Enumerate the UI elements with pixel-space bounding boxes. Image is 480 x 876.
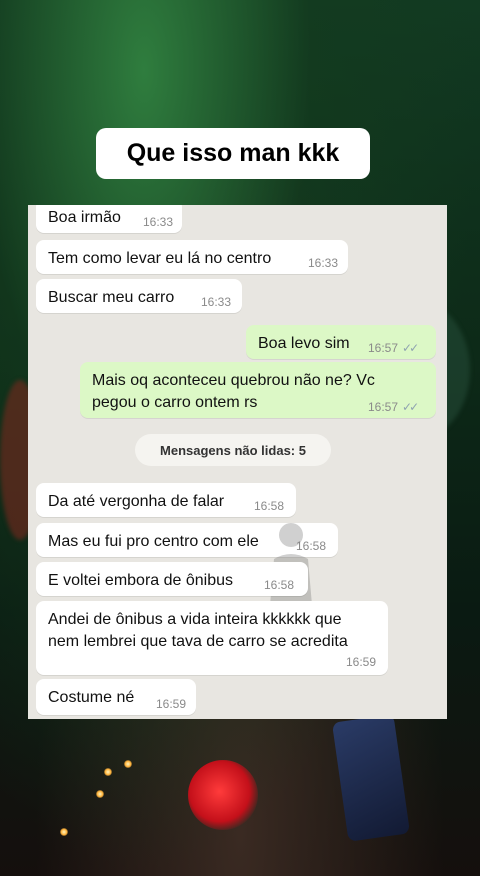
message-incoming[interactable]: Boa irmão 16:33 [36, 205, 182, 233]
message-text: Boa irmão [48, 209, 121, 226]
message-time-value: 16:57 [368, 341, 399, 355]
message-text: Buscar meu carro [48, 289, 175, 306]
candle-light [96, 790, 104, 798]
candle-light [60, 828, 68, 836]
message-text: Boa levo sim [258, 335, 350, 352]
rose-image [188, 760, 258, 830]
message-time: 16:59 [156, 697, 187, 711]
message-text: E voltei embora de ônibus [48, 572, 233, 589]
unread-messages-divider: Mensagens não lidas: 5 [135, 434, 331, 466]
message-time: 16:33 [143, 215, 174, 229]
message-time-value: 16:57 [368, 400, 399, 414]
candle-light [124, 760, 132, 768]
read-ticks-icon: ✓✓ [402, 341, 419, 355]
message-incoming[interactable]: Buscar meu carro 16:33 [36, 279, 242, 313]
message-outgoing[interactable]: Boa levo sim 16:57 ✓✓ [246, 325, 436, 359]
message-text: Costume né [48, 689, 135, 706]
message-incoming[interactable]: E voltei embora de ônibus 16:58 [36, 562, 308, 596]
message-time: 16:33 [308, 256, 339, 270]
message-time: 16:59 [346, 655, 377, 669]
read-ticks-icon: ✓✓ [402, 400, 419, 414]
message-text: Mas eu fui pro centro com ele [48, 533, 259, 550]
message-time: 16:57 ✓✓ [368, 400, 419, 414]
message-time: 16:33 [201, 295, 232, 309]
candle-light [104, 768, 112, 776]
message-incoming[interactable]: Andei de ônibus a vida inteira kkkkkk qu… [36, 601, 388, 675]
message-incoming[interactable]: Da até vergonha de falar 16:58 [36, 483, 296, 517]
message-incoming[interactable]: Costume né 16:59 [36, 679, 196, 715]
message-time: 16:57 ✓✓ [368, 341, 419, 355]
message-text: Mais oq aconteceu quebrou não ne? Vc peg… [92, 372, 375, 411]
message-time: 16:58 [254, 499, 285, 513]
message-incoming[interactable]: Tem como levar eu lá no centro 16:33 [36, 240, 348, 274]
chat-window: Boa irmão 16:33 Tem como levar eu lá no … [28, 205, 447, 719]
phone-image [331, 714, 411, 842]
message-text: Da até vergonha de falar [48, 493, 225, 510]
message-text: Andei de ônibus a vida inteira kkkkkk qu… [48, 611, 348, 650]
message-time: 16:58 [264, 578, 295, 592]
message-text: Tem como levar eu lá no centro [48, 250, 272, 267]
caption-label: Que isso man kkk [96, 128, 370, 179]
message-outgoing[interactable]: Mais oq aconteceu quebrou não ne? Vc peg… [80, 362, 436, 418]
